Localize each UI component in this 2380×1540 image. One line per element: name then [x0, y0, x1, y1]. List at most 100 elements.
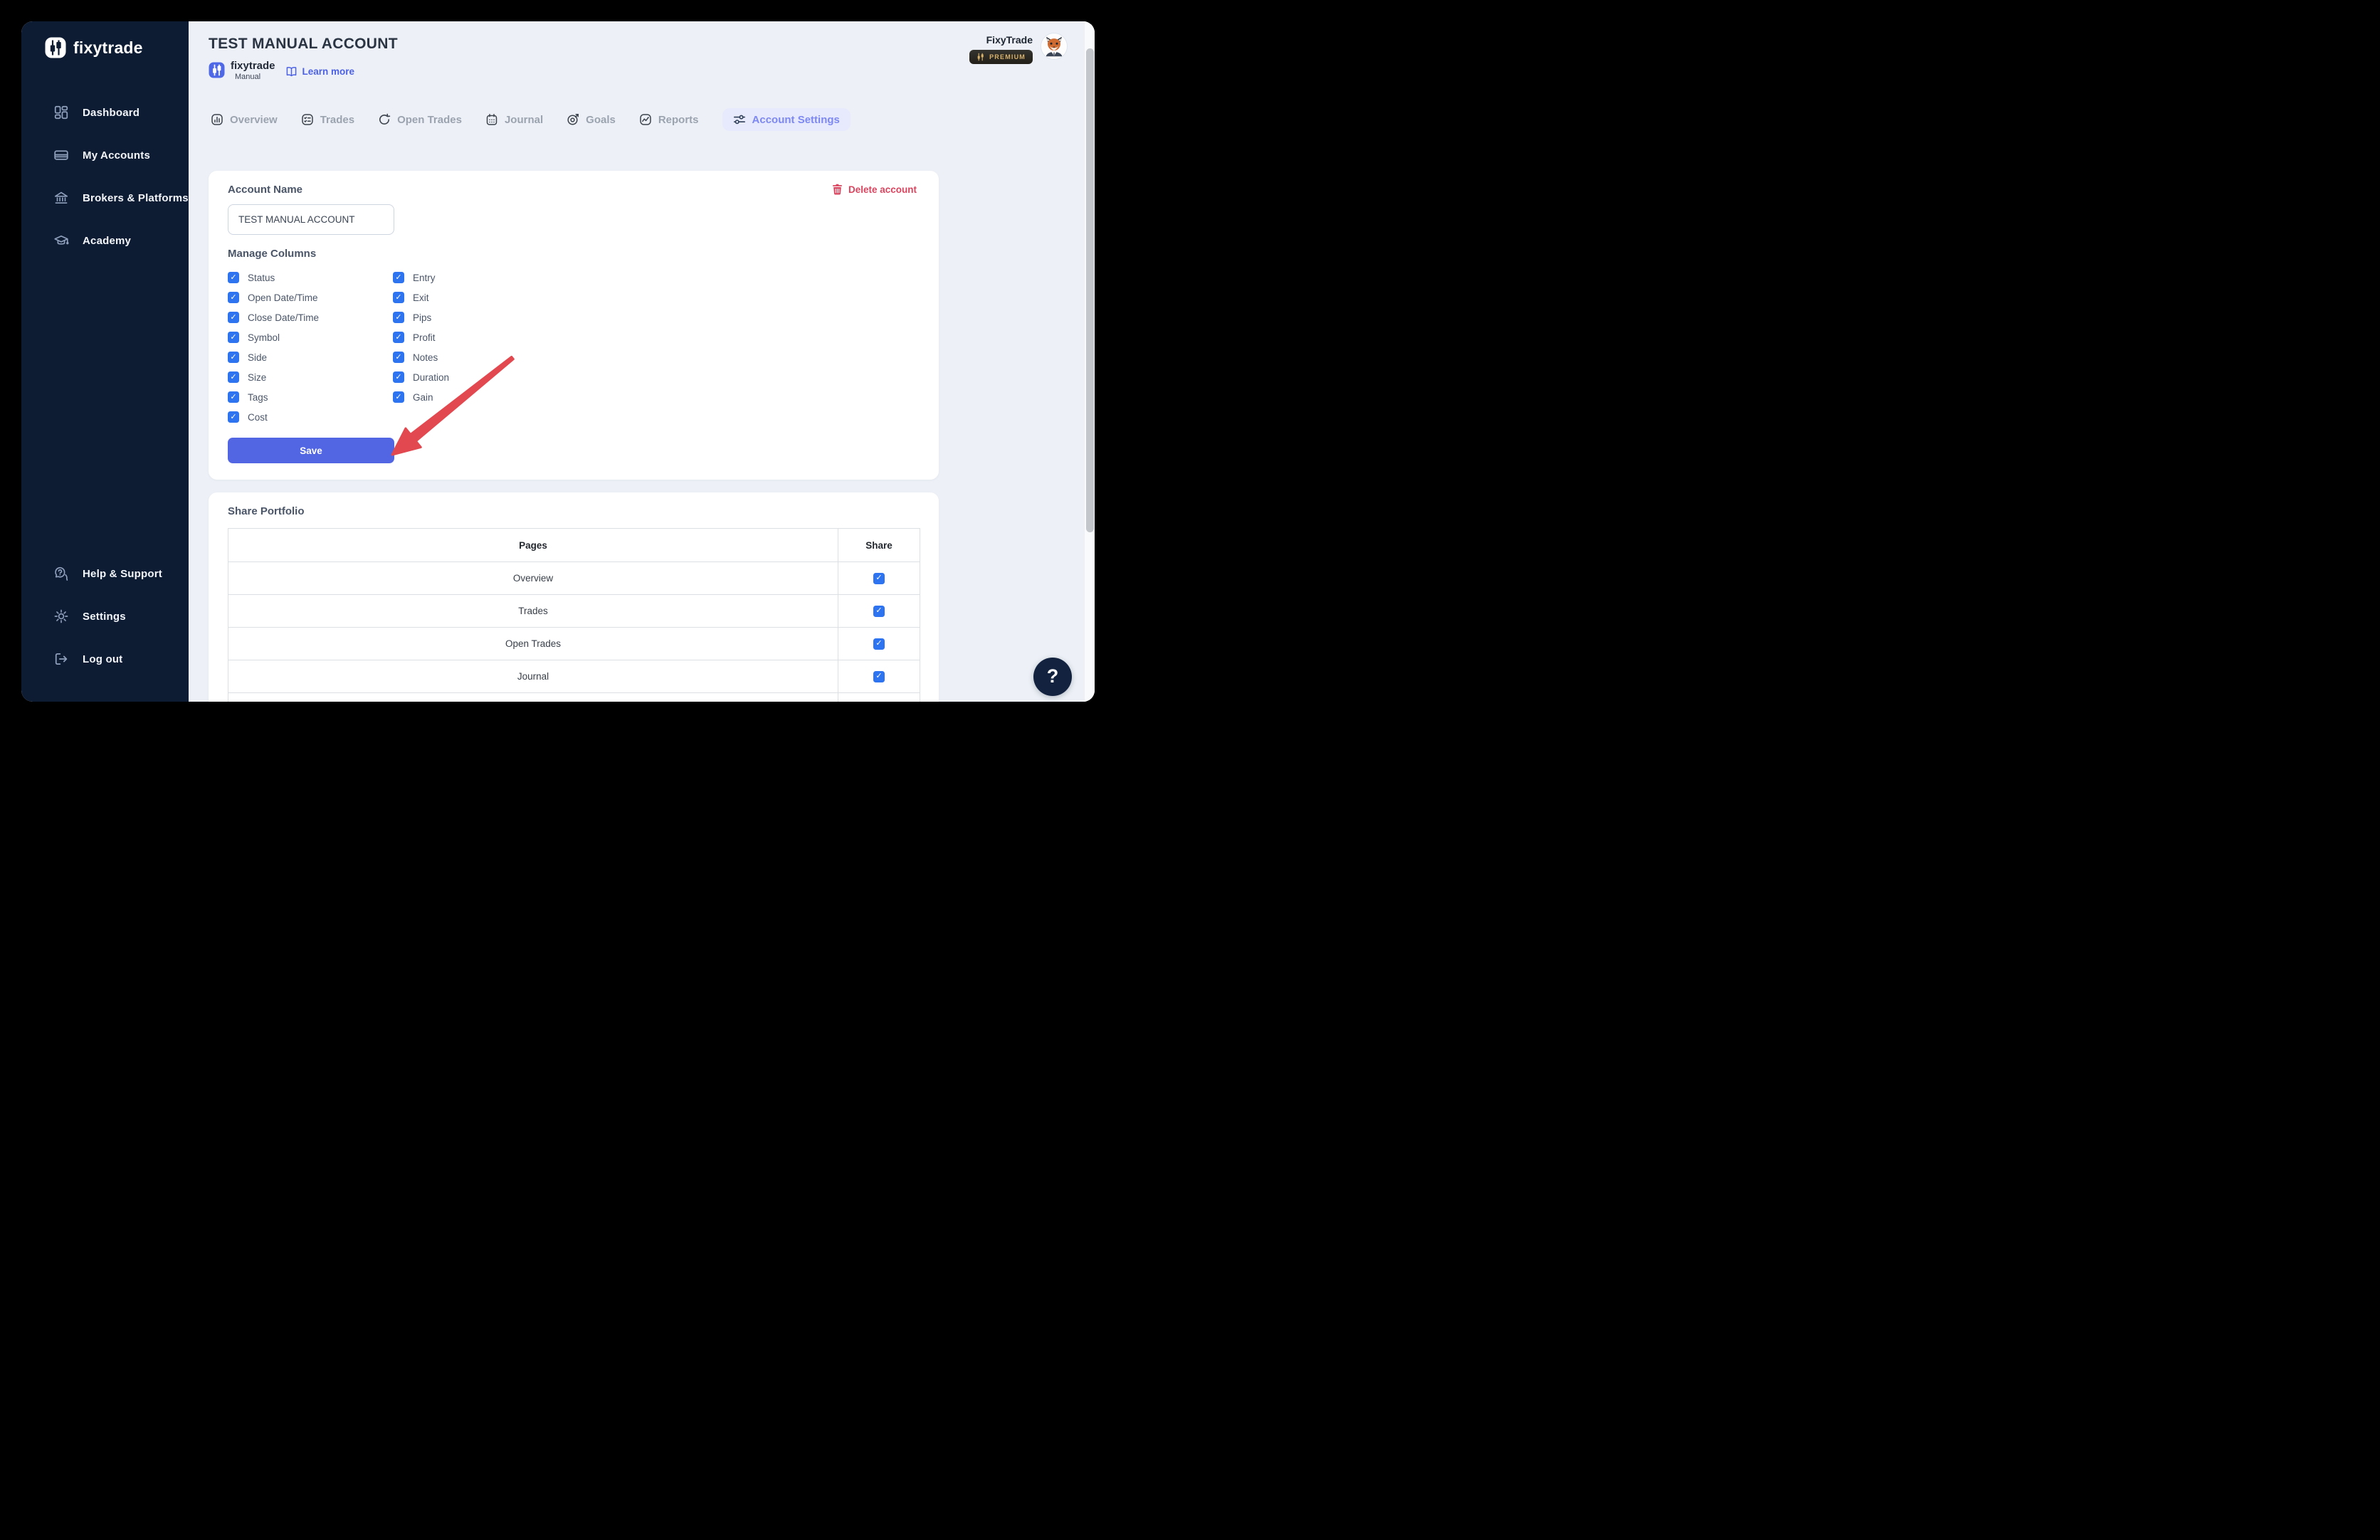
column-toggle-notes[interactable]: Notes: [393, 347, 449, 367]
share-checkbox-checked[interactable]: [873, 572, 885, 584]
column-toggle-close-date-time[interactable]: Close Date/Time: [228, 307, 349, 327]
tab-reports[interactable]: Reports: [639, 108, 699, 131]
column-toggle-side[interactable]: Side: [228, 347, 349, 367]
column-toggle-gain[interactable]: Gain: [393, 387, 449, 407]
table-cell-page: [228, 693, 838, 702]
tab-label: Overview: [230, 113, 278, 126]
column-toggle-pips[interactable]: Pips: [393, 307, 449, 327]
tab-label: Account Settings: [752, 113, 840, 126]
user-box: FixyTrade PREMIUM: [969, 33, 1068, 64]
account-type-texts: fixytrade Manual: [231, 60, 275, 81]
tab-account-settings[interactable]: Account Settings: [722, 108, 851, 131]
checkbox-label: Notes: [413, 352, 438, 363]
checkbox-label: Side: [248, 352, 268, 363]
table-cell-share: [838, 628, 920, 660]
account-settings-card: Account Name Delete account Manage Colum…: [209, 171, 939, 480]
sidebar-item-label: My Accounts: [83, 149, 150, 162]
sidebar-item-my-accounts[interactable]: My Accounts: [21, 134, 189, 176]
sidebar-item-log-out[interactable]: Log out: [21, 638, 189, 680]
column-toggle-symbol[interactable]: Symbol: [228, 327, 349, 347]
save-button[interactable]: Save: [228, 438, 394, 463]
tab-label: Open Trades: [397, 113, 462, 126]
sidebar-item-brokers-platforms[interactable]: Brokers & Platforms: [21, 176, 189, 219]
column-toggle-status[interactable]: Status: [228, 268, 349, 288]
account-name-input[interactable]: [228, 204, 394, 235]
app-logo[interactable]: fixytrade: [45, 37, 189, 58]
checkbox-label: Size: [248, 371, 267, 383]
table-cell-page: Journal: [517, 671, 549, 682]
column-toggle-duration[interactable]: Duration: [393, 367, 449, 387]
checkbox-checked[interactable]: [228, 292, 239, 303]
sidebar-item-academy[interactable]: Academy: [21, 219, 189, 262]
checkbox-checked[interactable]: [393, 371, 404, 383]
sidebar-item-label: Log out: [83, 653, 123, 665]
scrollbar-track[interactable]: [1084, 21, 1095, 702]
checkbox-checked[interactable]: [393, 312, 404, 323]
avatar[interactable]: [1041, 33, 1068, 60]
tab-trades[interactable]: Trades: [301, 108, 354, 131]
help-question-mark: ?: [1046, 665, 1059, 687]
column-toggle-profit[interactable]: Profit: [393, 327, 449, 347]
logo-text: fixytrade: [73, 38, 143, 57]
learn-more-link[interactable]: Learn more: [285, 65, 354, 78]
table-row-journal: Journal: [228, 660, 920, 692]
scrollbar-thumb[interactable]: [1086, 48, 1094, 532]
tab-bar: Overview Trades Open Trades Journal Goal…: [211, 108, 851, 131]
checkbox-label: Status: [248, 272, 275, 283]
table-cell-share: [838, 660, 920, 692]
checkbox-checked[interactable]: [228, 411, 239, 423]
share-checkbox-checked[interactable]: [873, 605, 885, 617]
column-toggle-size[interactable]: Size: [228, 367, 349, 387]
sidebar-item-settings[interactable]: Settings: [21, 595, 189, 638]
manage-columns-label: Manage Columns: [228, 248, 317, 260]
checkbox-checked[interactable]: [228, 332, 239, 343]
tab-label: Goals: [586, 113, 616, 126]
help-floating-button[interactable]: ?: [1033, 658, 1072, 696]
columns-right: Entry Exit Pips Profit Notes Duration Ga…: [393, 268, 449, 427]
tab-overview[interactable]: Overview: [211, 108, 278, 131]
checkbox-checked[interactable]: [393, 391, 404, 403]
checkbox-checked[interactable]: [393, 292, 404, 303]
checkbox-checked[interactable]: [393, 352, 404, 363]
sidebar-item-label: Dashboard: [83, 106, 140, 119]
trades-list-icon: [301, 114, 313, 125]
column-toggle-cost[interactable]: Cost: [228, 407, 349, 427]
table-cell-share: [838, 693, 920, 702]
sidebar-item-label: Brokers & Platforms: [83, 191, 189, 204]
table-cell-page: Overview: [512, 573, 554, 584]
screenshot-stage: fixytrade Dashboard My Accounts Brokers …: [0, 0, 1116, 722]
main-content: TEST MANUAL ACCOUNT fixytrade Manual Lea…: [189, 21, 1095, 702]
dashboard-icon: [54, 105, 68, 120]
sidebar-item-label: Help & Support: [83, 567, 162, 580]
checkbox-checked[interactable]: [228, 391, 239, 403]
checkbox-checked[interactable]: [228, 352, 239, 363]
share-checkbox-checked[interactable]: [873, 638, 885, 650]
table-cell-share: [838, 595, 920, 627]
checkbox-label: Tags: [248, 391, 268, 403]
share-checkbox-checked[interactable]: [873, 670, 885, 682]
checkbox-checked[interactable]: [228, 272, 239, 283]
checkbox-checked[interactable]: [393, 272, 404, 283]
column-toggle-exit[interactable]: Exit: [393, 288, 449, 307]
columns-left: Status Open Date/Time Close Date/Time Sy…: [228, 268, 349, 427]
checkbox-checked[interactable]: [228, 371, 239, 383]
manual-candlestick-icon: [209, 62, 225, 78]
checkbox-checked[interactable]: [393, 332, 404, 343]
column-toggle-open-date-time[interactable]: Open Date/Time: [228, 288, 349, 307]
delete-account-button[interactable]: Delete account: [832, 184, 917, 195]
column-toggle-entry[interactable]: Entry: [393, 268, 449, 288]
table-cell-page: Trades: [518, 606, 548, 616]
column-toggle-tags[interactable]: Tags: [228, 387, 349, 407]
premium-badge[interactable]: PREMIUM: [969, 50, 1033, 64]
tab-journal[interactable]: Journal: [485, 108, 543, 131]
sidebar-item-dashboard[interactable]: Dashboard: [21, 91, 189, 134]
checkbox-checked[interactable]: [228, 312, 239, 323]
sliders-icon: [733, 115, 745, 125]
tab-open-trades[interactable]: Open Trades: [378, 108, 462, 131]
table-header-share: Share: [838, 529, 920, 561]
help-chat-icon: [55, 566, 68, 581]
sidebar-footer-menu: Help & Support Settings Log out: [21, 552, 189, 680]
sidebar-item-help-support[interactable]: Help & Support: [21, 552, 189, 595]
tab-goals[interactable]: Goals: [567, 108, 616, 131]
